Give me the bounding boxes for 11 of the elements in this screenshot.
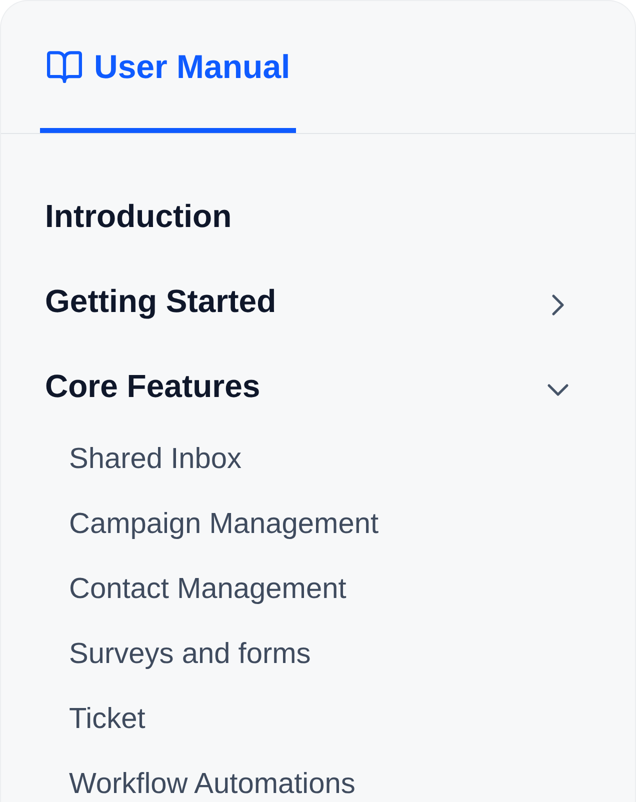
- nav-sub-link[interactable]: Surveys and forms: [69, 638, 311, 671]
- nav-sub-link[interactable]: Shared Inbox: [69, 443, 242, 476]
- nav-sub-link[interactable]: Workflow Automations: [69, 768, 356, 801]
- nav-section[interactable]: Getting Started: [45, 281, 569, 321]
- nav-link[interactable]: Introduction: [45, 196, 569, 236]
- nav-sub-link[interactable]: Campaign Management: [69, 508, 379, 541]
- book-icon: [47, 50, 82, 82]
- nav-sub-link[interactable]: Contact Management: [69, 573, 346, 606]
- nav-section[interactable]: Core Features: [45, 366, 569, 406]
- tab[interactable]: User Manual: [40, 1, 296, 133]
- nav-sub-link[interactable]: Ticket: [69, 703, 146, 736]
